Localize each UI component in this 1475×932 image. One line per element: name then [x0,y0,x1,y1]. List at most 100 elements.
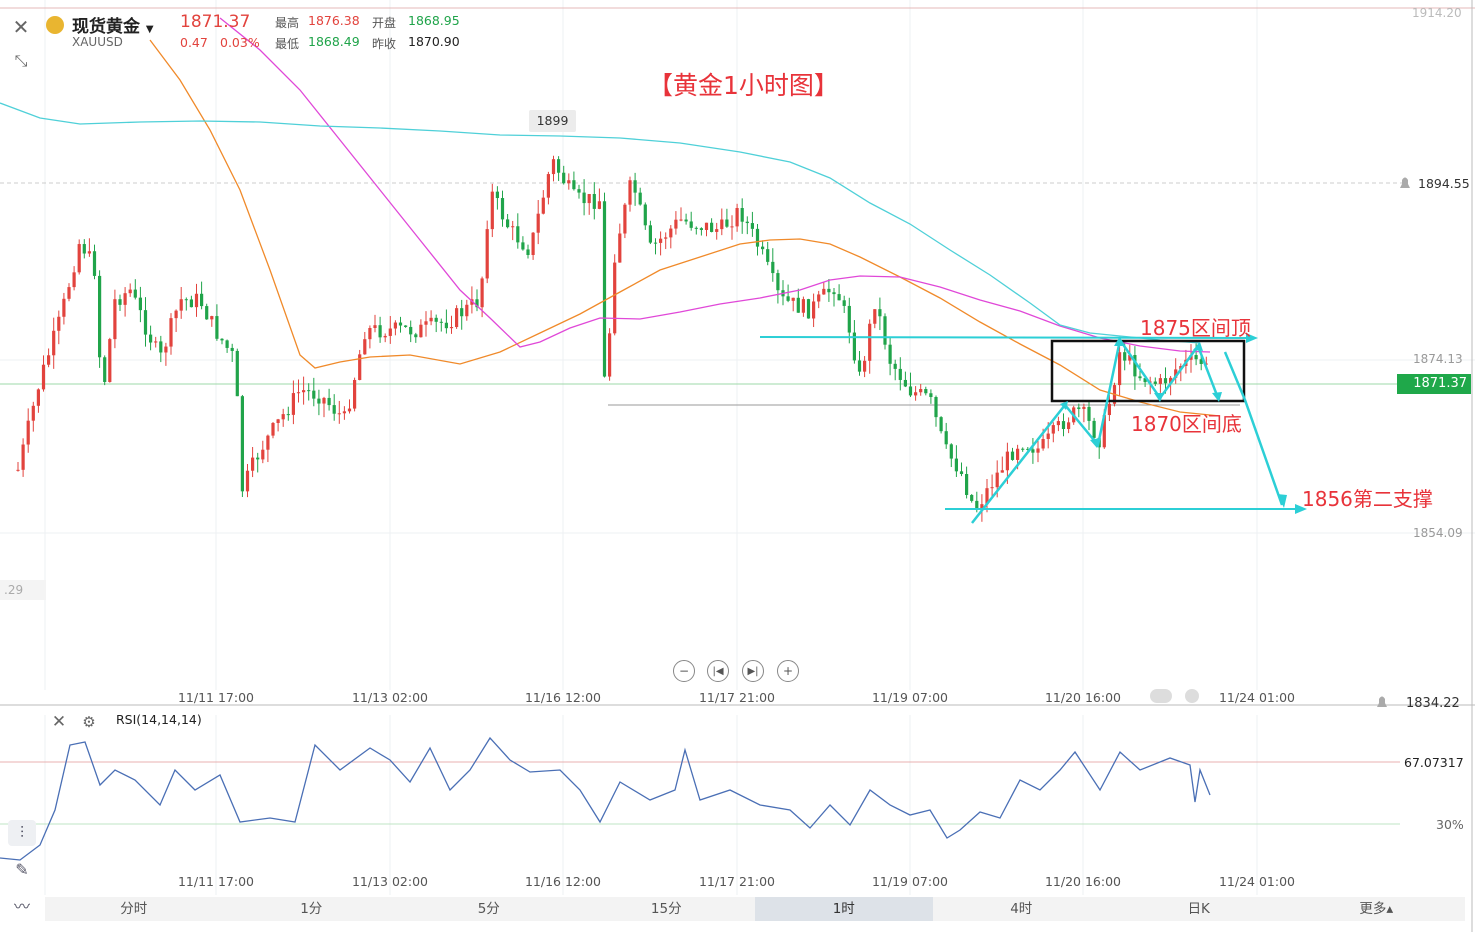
candle-body [868,323,872,361]
candle-body [465,304,469,317]
candle-body [1005,451,1009,471]
draw-pen-icon[interactable]: ✎ [8,856,36,882]
candle-body [766,249,770,262]
candle-body [653,242,658,244]
candle-body [57,316,61,331]
candle-body [87,251,91,254]
indicator-tool-icon[interactable]: ⫶ [8,820,36,846]
candle-body [873,309,877,324]
candle-body [934,397,938,418]
candle-body [664,237,668,239]
candle-body [1067,422,1071,430]
candle-body [965,474,969,495]
candle-body [669,228,673,238]
candle-body [388,328,392,336]
candle-body [1123,352,1127,361]
candle-body [1087,406,1091,421]
resistance-annotation: 1875区间顶 [1140,316,1251,340]
candle-body [398,322,403,326]
tab-1min[interactable]: 1分 [223,897,401,921]
candle-body [276,419,280,423]
candle-body [419,324,423,338]
candle-body [817,294,821,302]
candle-body [995,472,999,488]
chart-canvas[interactable] [0,0,1475,932]
chevron-down-icon[interactable]: ▼ [146,24,154,35]
candle-body [21,444,25,470]
candle-body [628,180,632,205]
candle-body [1138,376,1142,379]
candle-body [67,287,71,299]
tab-more[interactable]: 更多▴ [1288,897,1466,921]
candle-body [531,232,535,255]
candle-body [1031,449,1035,453]
candle-body [827,288,831,293]
candle-body [949,444,953,459]
candle-body [1061,421,1066,430]
tab-5min[interactable]: 5分 [400,897,578,921]
candle-body [373,325,377,329]
toggle-icon[interactable] [1150,689,1172,703]
rsi-time-label: 11/24 01:00 [1218,874,1296,889]
candle-body [516,226,520,243]
candle-body [26,420,30,445]
candle-body [939,417,943,432]
rsi-close-icon[interactable]: ✕ [46,709,72,735]
candle-body [679,219,683,221]
candle-body [480,278,484,308]
tab-timeshare[interactable]: 分时 [45,897,223,921]
candle-body [383,335,387,338]
candle-body [710,222,714,232]
candle-body [602,201,607,377]
candle-body [133,289,137,298]
rsi-time-label: 11/11 17:00 [177,874,255,889]
candle-body [577,189,581,193]
rsi-settings-gear-icon[interactable]: ⚙ [76,709,102,735]
candle-body [730,226,734,228]
rsi-title: RSI(14,14,14) [116,712,202,727]
open-label: 开盘 [372,16,397,30]
zoom-out-button[interactable]: − [673,660,695,682]
candle-body [959,471,964,475]
candle-body [919,389,923,393]
time-label: 11/19 07:00 [871,690,949,705]
candle-body [715,229,719,232]
candle-body [215,316,219,339]
candle-body [822,288,826,295]
dot-icon[interactable] [1185,689,1199,703]
candle-body [694,227,698,229]
candle-body [801,299,805,313]
candle-body [404,325,408,327]
change-value: 0.47 [180,35,208,50]
candle-body [500,198,505,220]
candle-body [378,325,382,338]
collapse-icon[interactable]: ⤡ [8,48,34,74]
candle-body [327,397,331,406]
candle-body [1010,451,1015,460]
candle-body [526,249,530,255]
candle-body [36,389,40,406]
time-label: 11/20 16:00 [1044,690,1122,705]
tab-1hour[interactable]: 1时 [755,897,933,921]
candle-body [761,246,765,250]
close-icon[interactable]: ✕ [8,14,34,40]
candle-body [103,357,107,382]
candle-body [220,338,224,341]
candle-body [908,386,913,396]
candle-body [205,306,209,320]
jump-start-button[interactable]: |◀ [707,660,729,682]
rsi-time-label: 11/16 12:00 [524,874,602,889]
rsi-time-label: 11/13 02:00 [351,874,429,889]
tab-15min[interactable]: 15分 [578,897,756,921]
symbol-name[interactable]: 现货黄金 ▼ [72,12,154,37]
tab-4hour[interactable]: 4时 [933,897,1111,921]
tab-daily[interactable]: 日K [1110,897,1288,921]
candle-body [1107,403,1111,416]
line-tool-icon[interactable]: 〰 [8,892,36,918]
jump-end-button[interactable]: ▶| [742,660,764,682]
zoom-in-button[interactable]: + [777,660,799,682]
candle-body [842,300,846,306]
rsi-time-label: 11/17 21:00 [698,874,776,889]
candle-body [240,396,244,492]
candle-body [149,334,153,343]
